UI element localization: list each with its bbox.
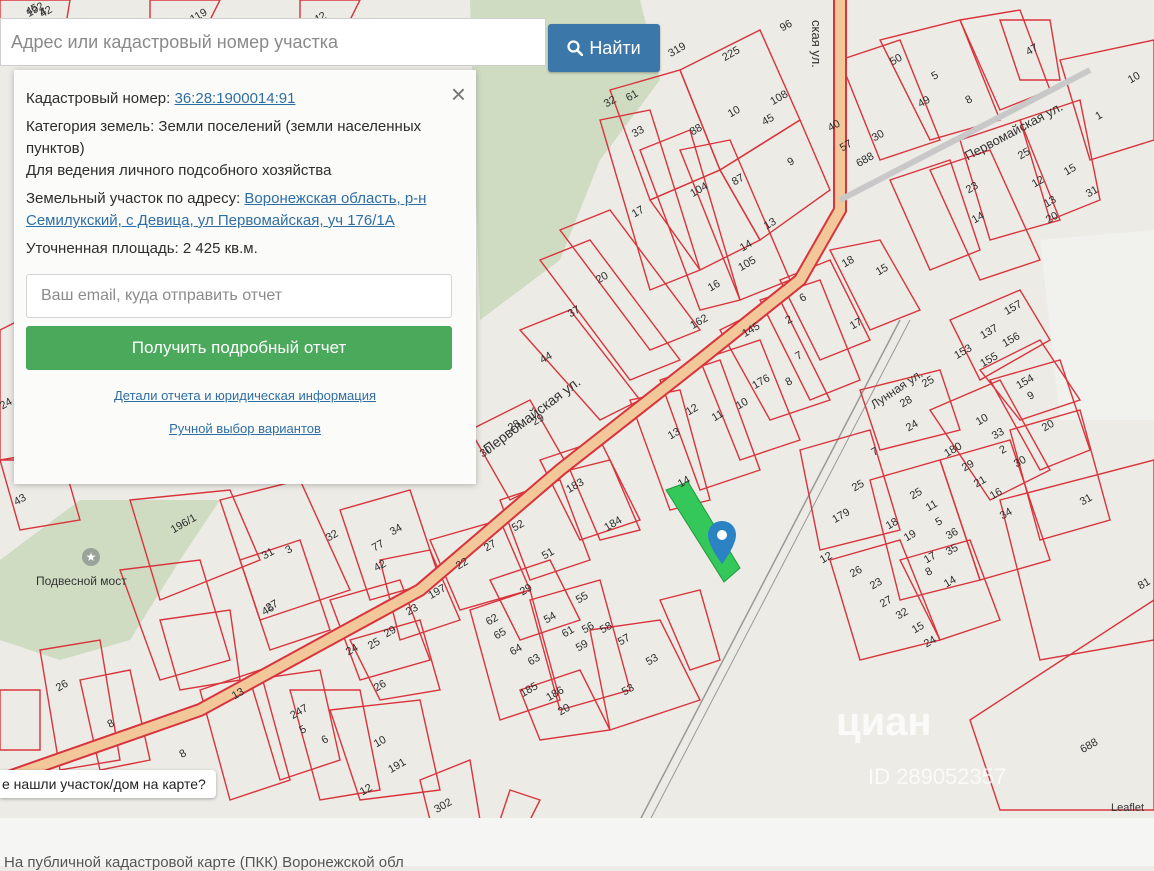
- address-row: Земельный участок по адресу: Воронежская…: [26, 188, 464, 232]
- leaflet-attribution[interactable]: Leaflet: [1111, 802, 1144, 814]
- not-found-button[interactable]: е нашли участок/дом на карте?: [0, 770, 216, 798]
- poi-label: Подвесной мост: [36, 574, 127, 588]
- area-label: Уточненная площадь:: [26, 240, 179, 257]
- search-button-label: Найти: [589, 37, 641, 58]
- close-icon[interactable]: ×: [451, 81, 466, 107]
- cian-watermark: циан: [836, 700, 932, 744]
- cian-watermark-id: ID 289052357: [868, 764, 1007, 789]
- manual-selection-link[interactable]: Ручной выбор вариантов: [169, 421, 321, 436]
- search-box: [0, 18, 546, 66]
- cadastral-label: Кадастровый номер:: [26, 90, 171, 107]
- street-label-vertical: ская ул.: [809, 20, 824, 68]
- bottom-text: На публичной кадастровой карте (ПКК) Вор…: [4, 854, 404, 871]
- cadastral-number-link[interactable]: 36:28:1900014:91: [175, 90, 296, 107]
- map-marker-icon[interactable]: [706, 520, 738, 566]
- usage-text: Для ведения личного подсобного хозяйства: [26, 162, 332, 179]
- search-icon: [567, 40, 584, 56]
- area-value: 2 425 кв.м.: [182, 240, 258, 257]
- get-report-button[interactable]: Получить подробный отчет: [26, 326, 452, 370]
- address-label: Земельный участок по адресу:: [26, 190, 241, 207]
- area-row: Уточненная площадь: 2 425 кв.м.: [26, 238, 464, 260]
- category-row: Категория земель: Земли поселений (земли…: [26, 116, 464, 160]
- parcel-info-panel: × Кадастровый номер: 36:28:1900014:91 Ка…: [14, 70, 476, 484]
- cadastral-row: Кадастровый номер: 36:28:1900014:91: [26, 88, 464, 110]
- search-input[interactable]: [1, 19, 545, 65]
- search-button[interactable]: Найти: [548, 24, 660, 72]
- email-input[interactable]: [26, 274, 452, 318]
- poi-star-icon[interactable]: ★: [82, 548, 100, 566]
- report-details-link[interactable]: Детали отчета и юридическая информация: [114, 388, 376, 403]
- bottom-caption: На публичной кадастровой карте (ПКК) Вор…: [0, 818, 1154, 871]
- category-label: Категория земель:: [26, 118, 155, 135]
